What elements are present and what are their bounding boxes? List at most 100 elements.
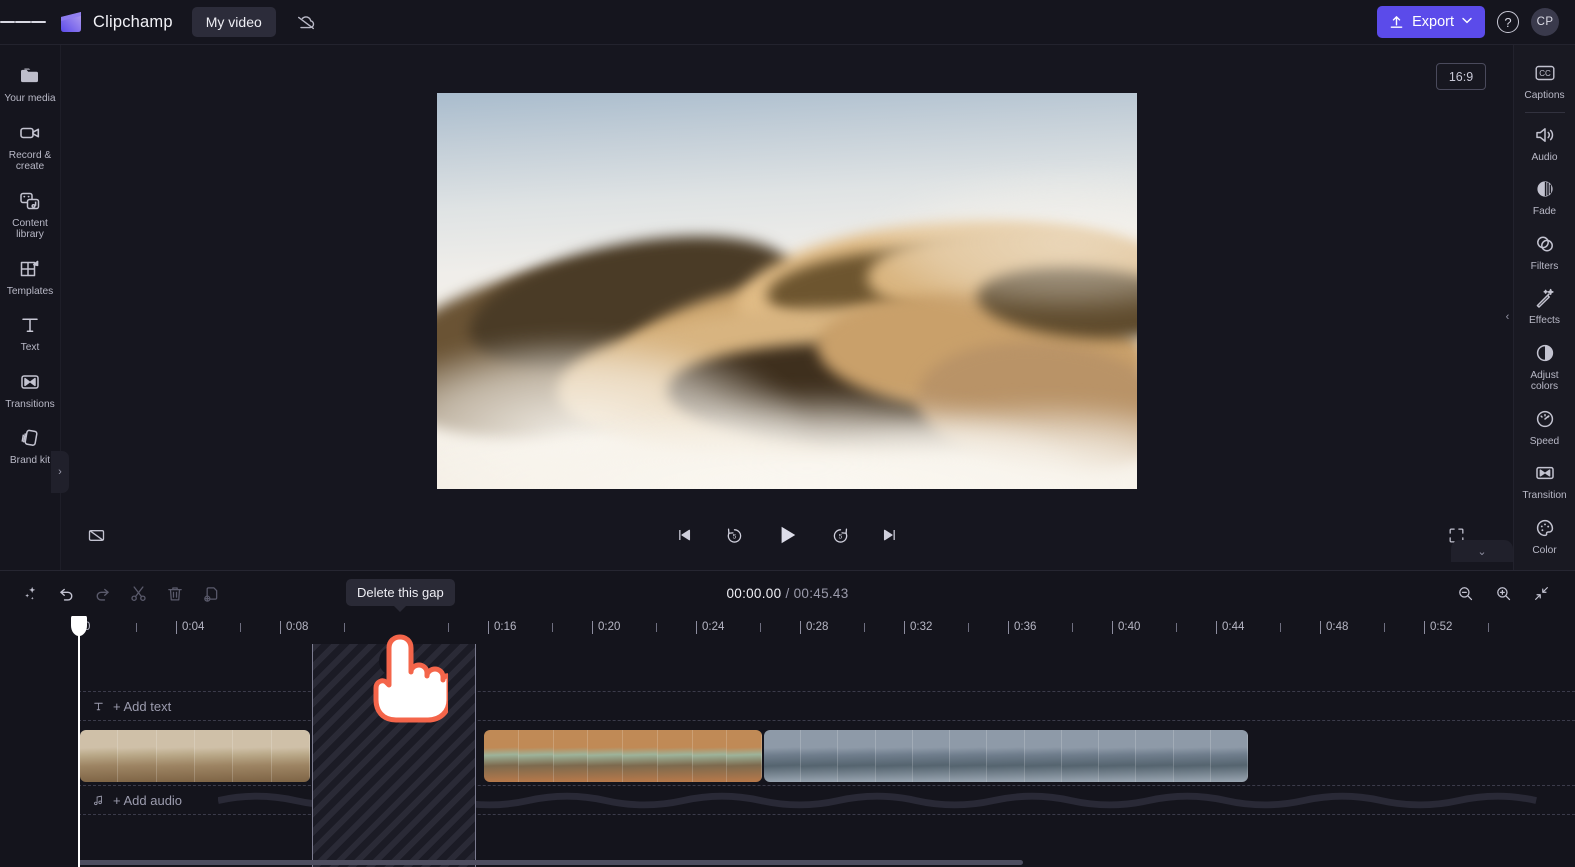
ruler-label: 0:24 (702, 621, 725, 633)
forward-5-button[interactable]: 5 (823, 518, 857, 552)
project-tab[interactable]: My video (191, 7, 276, 37)
sidebar-item-your-media[interactable]: Your media (0, 55, 61, 112)
transition-icon (1533, 461, 1557, 485)
filmstrip (80, 730, 310, 782)
redo-button[interactable] (86, 577, 119, 610)
editor-body: Your media Record & create Content libra… (0, 45, 1575, 570)
sidebar-item-fade[interactable]: Fade (1514, 169, 1575, 224)
music-note-icon (92, 794, 105, 807)
ruler-minor-tick (1176, 623, 1177, 632)
sidebar-item-content-library[interactable]: Content library (0, 180, 61, 248)
skip-to-end-button[interactable] (873, 518, 907, 552)
ruler-tick (176, 621, 177, 634)
sidebar-item-effects[interactable]: Effects (1514, 278, 1575, 333)
delete-gap-button[interactable] (379, 646, 409, 676)
avatar[interactable]: CP (1531, 8, 1559, 36)
filmstrip-frame (727, 730, 762, 782)
audio-icon (1533, 123, 1557, 147)
hamburger-menu-icon[interactable] (0, 0, 46, 45)
sidebar-item-record-create[interactable]: Record & create (0, 112, 61, 180)
preview-area: 16:9 5 5 ‹ ⌄ (61, 45, 1513, 570)
sidebar-item-label: Filters (1530, 260, 1559, 272)
project-tab-label: My video (205, 14, 262, 30)
sidebar-item-transition[interactable]: Transition (1514, 453, 1575, 508)
sidebar-item-audio[interactable]: Audio (1514, 115, 1575, 170)
sidebar-item-color[interactable]: Color (1514, 508, 1575, 563)
brand-kit-icon (18, 426, 42, 450)
preview-collapse-chevron-left-icon[interactable]: ‹ (1502, 297, 1513, 337)
ruler-tick (1112, 621, 1113, 634)
ruler-tick (592, 621, 593, 634)
fit-to-screen-icon[interactable] (1525, 577, 1558, 610)
timeline-gap[interactable] (312, 644, 476, 867)
right-panel-collapse-chevron-down-icon[interactable]: ⌄ (1451, 540, 1513, 562)
filmstrip-frame (692, 730, 728, 782)
ruler-minor-tick (344, 623, 345, 632)
effects-icon (1533, 286, 1557, 310)
clipchamp-editor: Clipchamp My video Export ? CP Your medi… (0, 0, 1575, 867)
export-button[interactable]: Export (1377, 6, 1485, 38)
sidebar-item-speed[interactable]: Speed (1514, 399, 1575, 454)
video-clip-autumn[interactable] (484, 730, 762, 782)
left-panel-collapse-chevron-right-icon[interactable]: › (51, 451, 69, 493)
playhead[interactable] (71, 616, 87, 867)
timecode-display: 00:00.00 / 00:45.43 (668, 586, 908, 601)
filmstrip-frame (950, 730, 988, 782)
delete-button[interactable] (158, 577, 191, 610)
filmstrip-frame (764, 730, 802, 782)
sidebar-item-adjust-colors[interactable]: Adjust colors (1514, 333, 1575, 399)
sidebar-item-text[interactable]: Text (0, 304, 61, 361)
filmstrip-frame (1210, 730, 1248, 782)
text-icon (18, 313, 42, 337)
help-label: ? (1504, 14, 1512, 30)
ruler-minor-tick (1384, 623, 1385, 632)
zoom-out-icon[interactable] (1449, 577, 1482, 610)
timeline-horizontal-scrollbar[interactable] (78, 860, 1023, 865)
timecode-separator: / (785, 586, 790, 601)
aspect-ratio-badge[interactable]: 16:9 (1436, 63, 1486, 90)
ruler-label: 0:36 (1014, 621, 1037, 633)
ruler-label: 0:52 (1430, 621, 1453, 633)
sidebar-item-transitions[interactable]: Transitions (0, 361, 61, 418)
magic-tools-button[interactable] (14, 577, 47, 610)
filmstrip-frame (518, 730, 554, 782)
split-button[interactable] (122, 577, 155, 610)
sidebar-item-label: Templates (6, 285, 54, 297)
audio-track[interactable]: + Add audio (78, 785, 1575, 815)
ruler-minor-tick (136, 623, 137, 632)
undo-button[interactable] (50, 577, 83, 610)
ruler-minor-tick (656, 623, 657, 632)
filmstrip-frame (194, 730, 234, 782)
skip-to-start-button[interactable] (667, 518, 701, 552)
filters-icon (1533, 232, 1557, 256)
sidebar-item-label: Audio (1531, 151, 1558, 163)
ruler-minor-tick (760, 623, 761, 632)
text-track[interactable]: + Add text (78, 691, 1575, 721)
rewind-5-button[interactable]: 5 (717, 518, 751, 552)
play-button[interactable] (767, 515, 807, 555)
sidebar-item-filters[interactable]: Filters (1514, 224, 1575, 279)
video-clip-desert[interactable] (80, 730, 310, 782)
ruler-label: 0:40 (1118, 621, 1141, 633)
help-icon[interactable]: ? (1497, 11, 1519, 33)
zoom-in-icon[interactable] (1487, 577, 1520, 610)
timeline-ruler[interactable]: 0 0:04 0:08 0:16 0:20 0:24 0:28 0:32 0:36 0:40 0:4… (0, 616, 1575, 644)
playhead-handle[interactable] (71, 616, 87, 636)
filmstrip-frame (1024, 730, 1062, 782)
sidebar-item-templates[interactable]: Templates (0, 248, 61, 305)
filmstrip-frame (912, 730, 951, 782)
filmstrip-frame (233, 730, 272, 782)
timeline-zoom-controls (1449, 577, 1575, 610)
media-folder-icon (18, 64, 42, 88)
timeline-scroll-area: 0 0:04 0:08 0:16 0:20 0:24 0:28 0:32 0:36 0:40 0:4… (0, 616, 1575, 867)
app-header: Clipchamp My video Export ? CP (0, 0, 1575, 45)
duplicate-button[interactable] (194, 577, 227, 610)
video-clip-mountains[interactable] (764, 730, 1248, 782)
sidebar-item-label: Transitions (5, 398, 55, 410)
cloud-off-icon[interactable] (293, 9, 319, 35)
ruler-label: 0:48 (1326, 621, 1349, 633)
sidebar-item-captions[interactable]: CC Captions (1514, 53, 1575, 108)
hide-preview-icon[interactable] (79, 518, 113, 552)
video-preview[interactable] (437, 93, 1137, 489)
ruler-label: 0:44 (1222, 621, 1245, 633)
